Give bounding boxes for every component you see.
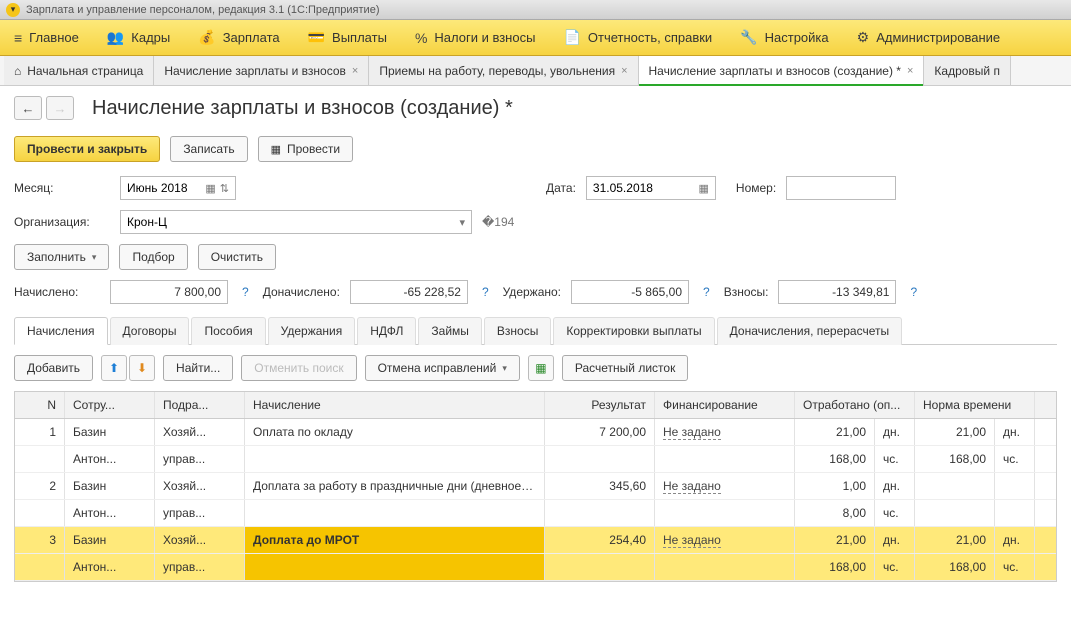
close-icon[interactable]: ×: [352, 65, 358, 77]
close-icon[interactable]: ×: [907, 65, 913, 77]
mainnav-item[interactable]: 👥Кадры: [93, 20, 184, 55]
document-tabs: ⌂Начальная страницаНачисление зарплаты и…: [0, 56, 1071, 86]
number-input[interactable]: [786, 176, 896, 200]
inner-tab[interactable]: Пособия: [191, 317, 265, 345]
nav-icon: 💳: [308, 29, 325, 46]
clear-button[interactable]: Очистить: [198, 244, 276, 270]
add-row-button[interactable]: Добавить: [14, 355, 93, 381]
inner-tab[interactable]: Корректировки выплаты: [553, 317, 714, 345]
nav-icon: 📄: [563, 29, 580, 46]
accrued-value: 7 800,00: [110, 280, 228, 304]
contrib-label: Взносы:: [724, 285, 769, 299]
mainnav-item[interactable]: 💰Зарплата: [184, 20, 293, 55]
close-icon[interactable]: ×: [621, 65, 627, 77]
nav-back-button[interactable]: ←: [14, 96, 42, 120]
table-row[interactable]: 1 Базин Хозяй... Оплата по окладу 7 200,…: [15, 419, 1056, 473]
inner-tab[interactable]: Доначисления, перерасчеты: [717, 317, 902, 345]
move-down-button[interactable]: ⬇: [129, 355, 155, 381]
withheld-label: Удержано:: [503, 285, 561, 299]
help-icon[interactable]: ?: [478, 285, 493, 299]
org-label: Организация:: [14, 215, 110, 229]
finance-link[interactable]: Не задано: [663, 425, 721, 440]
find-button[interactable]: Найти...: [163, 355, 233, 381]
inner-tab[interactable]: Начисления: [14, 317, 108, 345]
nav-icon: ⚙: [857, 29, 870, 46]
document-tab[interactable]: ⌂Начальная страница: [4, 56, 154, 85]
payslip-button[interactable]: Расчетный листок: [562, 355, 688, 381]
accruals-grid[interactable]: N Сотру... Подра... Начисление Результат…: [14, 391, 1057, 582]
calendar-icon[interactable]: ▦: [699, 182, 709, 195]
post-and-close-button[interactable]: Провести и закрыть: [14, 136, 160, 162]
calendar-icon[interactable]: ▦: [205, 182, 215, 195]
nav-icon: 👥: [107, 29, 124, 46]
finance-link[interactable]: Не задано: [663, 479, 721, 494]
number-label: Номер:: [736, 181, 776, 195]
window-titlebar: ▾ Зарплата и управление персоналом, реда…: [0, 0, 1071, 20]
mainnav-item[interactable]: %Налоги и взносы: [401, 20, 550, 55]
org-input[interactable]: ▾: [120, 210, 472, 234]
stepper-icon[interactable]: ⇅: [220, 182, 229, 195]
mainnav-item[interactable]: 📄Отчетность, справки: [549, 20, 726, 55]
inner-tab[interactable]: Займы: [418, 317, 482, 345]
post-button[interactable]: ▦Провести: [258, 136, 354, 162]
nav-forward-button[interactable]: →: [46, 96, 74, 120]
document-tab[interactable]: Кадровый п: [924, 56, 1011, 85]
columns-config-button[interactable]: ▦: [528, 355, 554, 381]
pick-button[interactable]: Подбор: [119, 244, 187, 270]
org-open-icon[interactable]: �194: [482, 215, 502, 229]
home-icon: ⌂: [14, 64, 21, 78]
post-icon: ▦: [271, 143, 281, 156]
nav-icon: 💰: [198, 29, 215, 46]
mainnav-item[interactable]: ⚙Администрирование: [843, 20, 1015, 55]
document-tab[interactable]: Начисление зарплаты и взносов (создание)…: [639, 56, 925, 85]
help-icon[interactable]: ?: [238, 285, 253, 299]
undo-fixes-button[interactable]: Отмена исправлений: [365, 355, 520, 381]
document-tab[interactable]: Приемы на работу, переводы, увольнения×: [369, 56, 638, 85]
mainnav-item[interactable]: 🔧Настройка: [726, 20, 842, 55]
date-input[interactable]: ▦: [586, 176, 716, 200]
inner-tab[interactable]: Взносы: [484, 317, 551, 345]
withheld-value: -5 865,00: [571, 280, 689, 304]
finance-link[interactable]: Не задано: [663, 533, 721, 548]
mainnav-item[interactable]: 💳Выплаты: [294, 20, 401, 55]
month-label: Месяц:: [14, 181, 110, 195]
nav-icon: %: [415, 30, 427, 46]
inner-tab[interactable]: НДФЛ: [357, 317, 416, 345]
nav-icon: 🔧: [740, 29, 757, 46]
fill-button[interactable]: Заполнить: [14, 244, 109, 270]
nav-dropdown-icon[interactable]: ▾: [6, 3, 20, 17]
app-title: Зарплата и управление персоналом, редакц…: [26, 4, 379, 16]
mainnav-item[interactable]: ≡Главное: [0, 20, 93, 55]
contrib-value: -13 349,81: [778, 280, 896, 304]
inner-tabstrip: НачисленияДоговорыПособияУдержанияНДФЛЗа…: [14, 316, 1057, 345]
table-row[interactable]: 3 Базин Хозяй... Доплата до МРОТ 254,40 …: [15, 527, 1056, 581]
month-input[interactable]: ▦ ⇅: [120, 176, 236, 200]
help-icon[interactable]: ?: [699, 285, 714, 299]
inner-tab[interactable]: Договоры: [110, 317, 190, 345]
table-row[interactable]: 2 Базин Хозяй... Доплата за работу в пра…: [15, 473, 1056, 527]
document-tab[interactable]: Начисление зарплаты и взносов×: [154, 56, 369, 85]
cancel-find-button[interactable]: Отменить поиск: [241, 355, 356, 381]
save-button[interactable]: Записать: [170, 136, 247, 162]
page-title: Начисление зарплаты и взносов (создание)…: [92, 97, 513, 120]
help-icon[interactable]: ?: [906, 285, 921, 299]
dropdown-icon[interactable]: ▾: [459, 216, 465, 229]
move-up-button[interactable]: ⬆: [101, 355, 127, 381]
date-label: Дата:: [546, 181, 576, 195]
addl-label: Доначислено:: [263, 285, 340, 299]
accrued-label: Начислено:: [14, 285, 100, 299]
grid-header: N Сотру... Подра... Начисление Результат…: [15, 392, 1056, 419]
inner-tab[interactable]: Удержания: [268, 317, 356, 345]
addl-value: -65 228,52: [350, 280, 468, 304]
main-nav: ≡Главное👥Кадры💰Зарплата💳Выплаты%Налоги и…: [0, 20, 1071, 56]
nav-icon: ≡: [14, 30, 22, 46]
